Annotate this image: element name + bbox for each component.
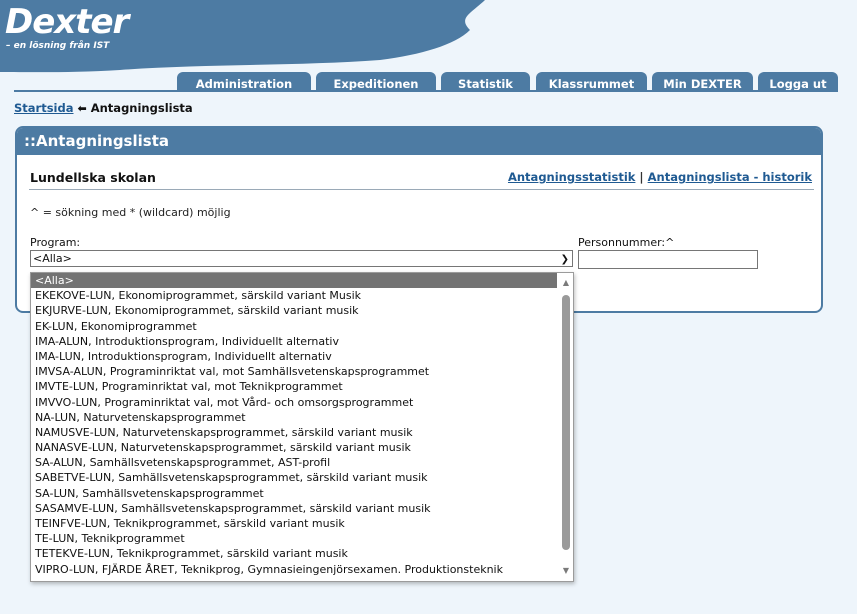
- scroll-down-icon[interactable]: ▼: [559, 565, 573, 577]
- logo-tagline: – en lösning från IST: [6, 41, 110, 51]
- program-option[interactable]: IMA-LUN, Introduktionsprogram, Individue…: [31, 349, 573, 364]
- program-option[interactable]: NANASVE-LUN, Naturvetenskapsprogrammet, …: [31, 440, 573, 455]
- program-option[interactable]: SABETVE-LUN, Samhällsvetenskapsprogramme…: [31, 470, 573, 485]
- dexter-logo[interactable]: Dexter: [5, 4, 129, 40]
- program-select[interactable]: <Alla> ❯: [30, 250, 573, 267]
- program-option[interactable]: NA-LUN, Naturvetenskapsprogrammet: [31, 410, 573, 425]
- personnummer-label: Personnummer:^: [578, 236, 675, 249]
- program-option[interactable]: SASAMVE-LUN, Samhällsvetenskapsprogramme…: [31, 501, 573, 516]
- program-option[interactable]: TEINFVE-LUN, Teknikprogrammet, särskild …: [31, 516, 573, 531]
- panel-links: Antagningsstatistik | Antagningslista - …: [508, 170, 812, 184]
- tab-min-dexter[interactable]: Min DEXTER: [652, 72, 753, 92]
- program-option[interactable]: IMVSA-ALUN, Programinriktat val, mot Sam…: [31, 364, 573, 379]
- breadcrumb-home-link[interactable]: Startsida: [14, 101, 74, 115]
- program-option[interactable]: EK-LUN, Ekonomiprogrammet: [31, 319, 573, 334]
- tab-logga-ut[interactable]: Logga ut: [758, 72, 838, 92]
- program-option[interactable]: IMVTE-LUN, Programinriktat val, mot Tekn…: [31, 379, 573, 394]
- scroll-up-icon[interactable]: ▲: [559, 277, 573, 289]
- program-select-value: <Alla>: [33, 252, 72, 265]
- wildcard-hint: ^ = sökning med * (wildcard) möjlig: [30, 206, 231, 219]
- program-option[interactable]: NAMUSVE-LUN, Naturvetenskapsprogrammet, …: [31, 425, 573, 440]
- panel-divider: [29, 189, 814, 190]
- breadcrumb-arrow-icon: ⬅: [77, 101, 87, 115]
- admission-history-link[interactable]: Antagningslista - historik: [648, 170, 812, 184]
- program-option[interactable]: SA-ALUN, Samhällsvetenskapsprogrammet, A…: [31, 455, 573, 470]
- panel-title: ::Antagningslista: [17, 128, 821, 155]
- program-option[interactable]: EKJURVE-LUN, Ekonomiprogrammet, särskild…: [31, 303, 573, 318]
- program-option[interactable]: SA-LUN, Samhällsvetenskapsprogrammet: [31, 486, 573, 501]
- chevron-down-icon: ❯: [560, 254, 569, 265]
- dropdown-scrollbar[interactable]: ▲ ▼: [559, 273, 573, 581]
- tab-administration[interactable]: Administration: [177, 72, 311, 92]
- program-option[interactable]: <Alla>: [31, 273, 557, 289]
- program-label: Program:: [30, 236, 81, 249]
- program-option[interactable]: EKEKOVE-LUN, Ekonomiprogrammet, särskild…: [31, 288, 573, 303]
- tab-statistik[interactable]: Statistik: [441, 72, 530, 92]
- program-option[interactable]: TETEKVE-LUN, Teknikprogrammet, särskild …: [31, 546, 573, 561]
- header: Dexter – en lösning från IST Administrat…: [0, 0, 857, 92]
- admission-statistics-link[interactable]: Antagningsstatistik: [508, 170, 635, 184]
- scrollbar-thumb[interactable]: [562, 295, 570, 550]
- personnummer-input[interactable]: [578, 250, 758, 269]
- nav-divider: [14, 90, 838, 92]
- program-options: <Alla> EKEKOVE-LUN, Ekonomiprogrammet, sä…: [31, 273, 573, 577]
- program-dropdown-list[interactable]: <Alla> EKEKOVE-LUN, Ekonomiprogrammet, sä…: [30, 272, 574, 582]
- breadcrumb: Startsida ⬅ Antagningslista: [14, 101, 193, 115]
- tab-expeditionen[interactable]: Expeditionen: [316, 72, 436, 92]
- school-name: Lundellska skolan: [30, 170, 156, 185]
- program-option[interactable]: IMVVO-LUN, Programinriktat val, mot Vård…: [31, 395, 573, 410]
- program-option[interactable]: IMA-ALUN, Introduktionsprogram, Individu…: [31, 334, 573, 349]
- breadcrumb-current: Antagningslista: [90, 101, 193, 115]
- program-option[interactable]: VIPRO-LUN, FJÄRDE ÅRET, Teknikprog, Gymn…: [31, 562, 573, 577]
- program-option[interactable]: TE-LUN, Teknikprogrammet: [31, 531, 573, 546]
- tab-klassrummet[interactable]: Klassrummet: [536, 72, 647, 92]
- link-separator: |: [639, 170, 644, 184]
